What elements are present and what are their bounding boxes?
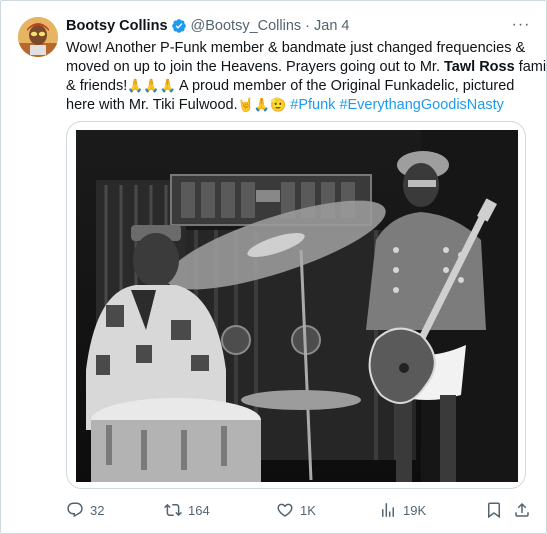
reply-button[interactable]: 32 bbox=[66, 499, 104, 521]
more-options-icon[interactable]: ··· bbox=[510, 14, 532, 36]
band-photo-image bbox=[76, 130, 518, 482]
mention-name: Tawl Ross bbox=[444, 59, 515, 75]
tweet-text-segment: moved on up to join the Heavens. Prayers… bbox=[66, 59, 445, 75]
heart-icon bbox=[277, 503, 293, 517]
share-icon bbox=[515, 502, 529, 517]
tweet-text-segment: here with Mr. Tiki Fulwood. bbox=[66, 97, 238, 113]
tweet-text-segment: & friends! bbox=[66, 78, 128, 94]
rock-pray-salute-emoji: 🤘🙏🫡 bbox=[237, 97, 287, 112]
tweet-date[interactable]: Jan 4 bbox=[314, 18, 349, 34]
bookmark-icon bbox=[488, 502, 500, 519]
tweet-header: Bootsy Collins @Bootsy_Collins · Jan 4 bbox=[66, 17, 349, 35]
retweet-count: 164 bbox=[188, 502, 210, 518]
tweet-photo[interactable] bbox=[66, 121, 526, 489]
like-button[interactable]: 1K bbox=[276, 499, 316, 521]
hashtag-link[interactable]: #Pfunk bbox=[290, 97, 335, 113]
tweet-text: Wow! Another P-Funk member & bandmate ju… bbox=[66, 39, 547, 115]
hashtag-link[interactable]: #EverythangGoodisNasty bbox=[339, 97, 503, 113]
reply-icon bbox=[67, 502, 83, 518]
tweet-text-line-1: Wow! Another P-Funk member & bandmate ju… bbox=[66, 40, 526, 56]
views-icon bbox=[382, 503, 394, 517]
reply-count: 32 bbox=[90, 502, 105, 518]
verified-badge-icon bbox=[171, 18, 187, 34]
views-count: 19K bbox=[403, 502, 427, 518]
like-count: 1K bbox=[300, 502, 316, 518]
views-button[interactable]: 19K bbox=[379, 499, 426, 521]
tweet-text-line-2: moved on up to join the Heavens. Prayers… bbox=[66, 58, 547, 77]
avatar[interactable] bbox=[18, 17, 58, 57]
tweet-text-segment: A proud member of the Original Funkadeli… bbox=[175, 78, 515, 94]
tweet-text-line-4: here with Mr. Tiki Fulwood.🤘🙏🫡 #Pfunk #E… bbox=[66, 96, 534, 115]
author-handle[interactable]: @Bootsy_Collins bbox=[191, 18, 302, 34]
share-button[interactable] bbox=[513, 499, 531, 521]
author-name[interactable]: Bootsy Collins bbox=[66, 18, 168, 34]
tweet-actions: 32 164 1K 19K bbox=[66, 499, 534, 521]
retweet-button[interactable]: 164 bbox=[164, 499, 210, 521]
praying-hands-emoji: 🙏🙏🙏 bbox=[127, 78, 176, 93]
avatar-image bbox=[18, 17, 58, 57]
tweet-text-segment: family bbox=[518, 59, 547, 75]
separator-dot: · bbox=[305, 18, 310, 34]
tweet-text-line-3: & friends!🙏🙏🙏 A proud member of the Orig… bbox=[66, 77, 534, 96]
tweet-card: Bootsy Collins @Bootsy_Collins · Jan 4 ·… bbox=[0, 0, 547, 534]
retweet-icon bbox=[164, 503, 182, 517]
bookmark-button[interactable] bbox=[485, 499, 503, 521]
